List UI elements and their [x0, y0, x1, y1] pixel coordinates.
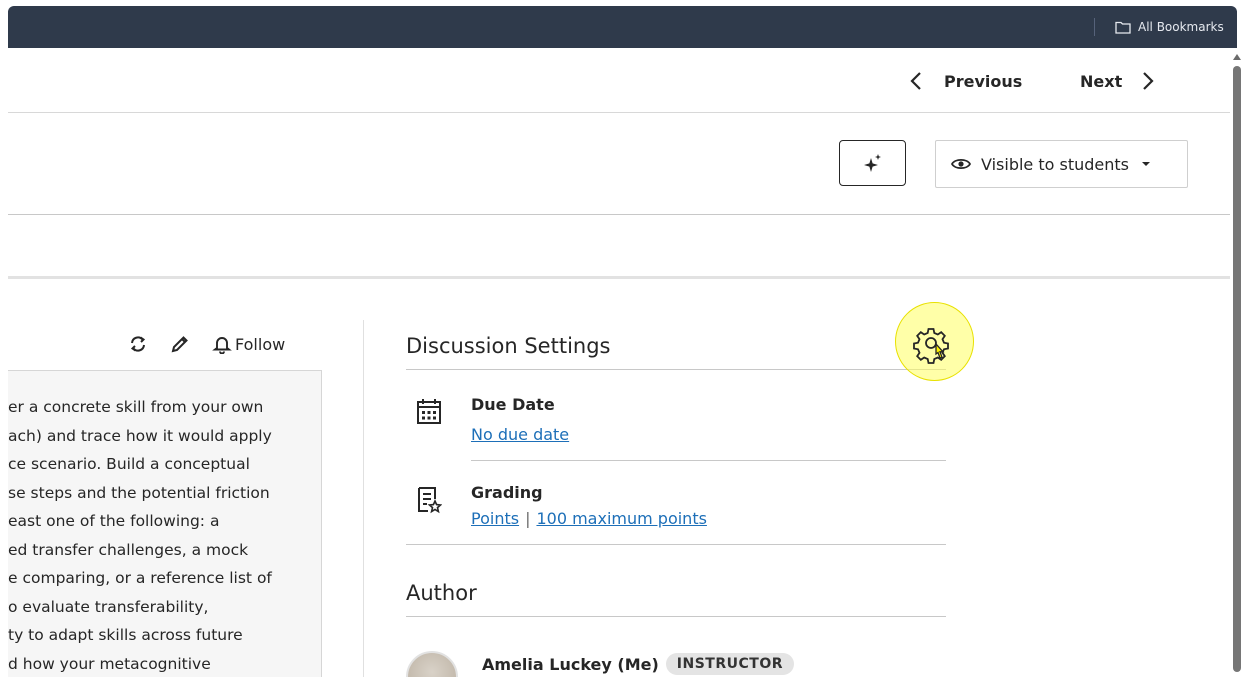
bell-icon — [212, 337, 232, 354]
page-content: Previous Next Visible to students Follow… — [8, 48, 1230, 677]
bookmarks-divider — [1094, 18, 1095, 36]
navigation-row: Previous Next — [8, 48, 1230, 113]
discussion-description: er a concrete skill from your own ach) a… — [8, 370, 322, 677]
scrollbar-thumb[interactable] — [1233, 66, 1241, 672]
calendar-icon — [417, 399, 441, 424]
description-line: d how your metacognitive — [8, 655, 211, 673]
description-line: o evaluate transferability, — [8, 598, 209, 616]
author-section-title: Author — [406, 581, 477, 605]
description-line: ach) and trace how it would apply — [8, 427, 272, 445]
description-line: east one of the following: a — [8, 512, 220, 530]
grading-details: Points | 100 maximum points — [471, 509, 707, 528]
header-spacer — [8, 216, 1230, 279]
divider — [406, 369, 946, 370]
grading-rubric-icon — [418, 487, 442, 514]
column-divider — [363, 320, 364, 677]
description-line: ed transfer challenges, a mock — [8, 541, 249, 559]
due-date-label: Due Date — [471, 395, 555, 414]
previous-button[interactable]: Previous — [910, 66, 1022, 96]
refresh-icon[interactable] — [128, 334, 148, 354]
divider — [406, 544, 946, 545]
role-badge: INSTRUCTOR — [665, 653, 794, 675]
caret-down-icon — [1142, 162, 1150, 166]
scroll-up-arrow[interactable] — [1233, 54, 1241, 60]
tool-row: Visible to students — [8, 113, 1230, 215]
divider — [406, 616, 946, 617]
max-points-link[interactable]: 100 maximum points — [536, 509, 706, 528]
folder-icon — [1115, 21, 1131, 34]
description-line: ty to adapt skills across future — [8, 626, 243, 644]
visibility-dropdown[interactable]: Visible to students — [935, 140, 1188, 188]
edit-pencil-icon[interactable] — [170, 334, 190, 354]
description-line: se steps and the potential friction — [8, 484, 270, 502]
description-line: ce scenario. Build a conceptual — [8, 455, 250, 473]
all-bookmarks-button[interactable]: All Bookmarks — [1115, 18, 1224, 36]
grading-type-link[interactable]: Points — [471, 509, 519, 528]
grading-separator: | — [525, 509, 531, 528]
description-line: e comparing, or a reference list of — [8, 569, 272, 587]
visibility-label: Visible to students — [981, 154, 1129, 174]
avatar — [406, 651, 458, 677]
ai-assist-button[interactable] — [839, 140, 906, 186]
description-line: er a concrete skill from your own — [8, 398, 264, 416]
eye-icon — [951, 158, 971, 170]
grading-label: Grading — [471, 483, 543, 502]
previous-label: Previous — [944, 71, 1023, 91]
author-name: Amelia Luckey (Me) — [482, 654, 659, 674]
gear-icon[interactable] — [912, 326, 952, 366]
next-label: Next — [1080, 71, 1123, 91]
all-bookmarks-label: All Bookmarks — [1138, 20, 1224, 34]
discussion-settings-title: Discussion Settings — [406, 334, 611, 358]
due-date-link[interactable]: No due date — [471, 425, 569, 444]
author-name-row: Amelia Luckey (Me) INSTRUCTOR — [482, 653, 794, 675]
chevron-left-icon — [910, 72, 921, 90]
chevron-right-icon — [1143, 72, 1154, 90]
sparkle-icon — [863, 154, 881, 172]
divider — [471, 460, 946, 461]
bookmarks-bar: All Bookmarks — [8, 6, 1237, 48]
follow-label: Follow — [235, 334, 286, 354]
discussion-toolbar: Follow — [128, 331, 285, 357]
follow-button[interactable]: Follow — [212, 334, 285, 354]
next-button[interactable]: Next — [1080, 66, 1154, 96]
